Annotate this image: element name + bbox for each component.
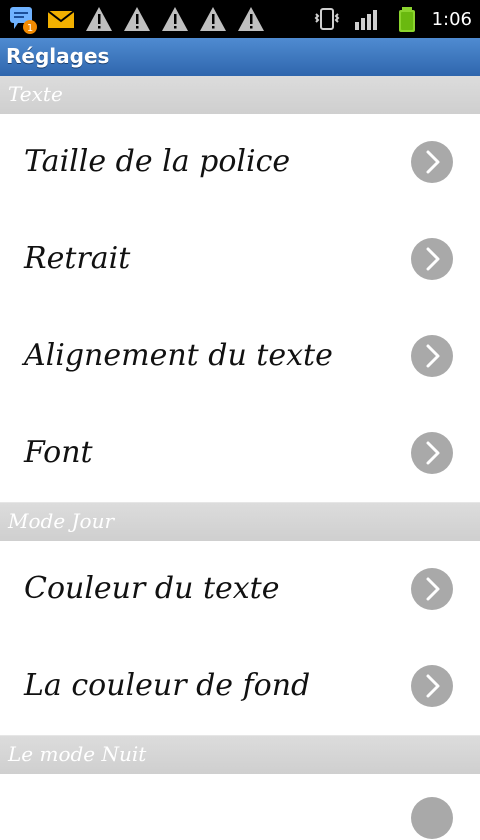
chevron-right-icon: [411, 335, 453, 377]
setting-row-font[interactable]: Font: [0, 405, 480, 503]
setting-label: Couleur du texte: [24, 571, 280, 606]
setting-label: Alignement du texte: [24, 338, 333, 373]
setting-row-couleur-du-texte[interactable]: Couleur du texte: [0, 541, 480, 639]
vibrate-icon: [314, 8, 339, 30]
notification-badge-count: 1: [27, 23, 33, 34]
setting-row-alignement-du-texte[interactable]: Alignement du texte: [0, 308, 480, 406]
setting-label: La couleur de fond: [24, 668, 311, 703]
setting-row-taille-de-la-police[interactable]: Taille de la police: [0, 114, 480, 212]
chevron-right-icon: [411, 797, 453, 839]
section-title: Mode Jour: [8, 509, 115, 533]
status-left-icons: 1: [8, 4, 266, 34]
section-header-texte: Texte: [0, 76, 480, 114]
chat-notification-icon: 1: [10, 7, 37, 34]
email-icon: [47, 10, 75, 28]
status-time: 1:06: [431, 8, 472, 30]
warning-icon: [124, 7, 150, 31]
section-header-mode-jour: Mode Jour: [0, 503, 480, 541]
setting-row-retrait[interactable]: Retrait: [0, 211, 480, 309]
setting-label: Taille de la police: [24, 144, 291, 179]
page-title: Réglages: [6, 44, 110, 68]
battery-icon: [398, 7, 415, 32]
setting-label: Font: [24, 435, 93, 470]
warning-icon: [86, 7, 112, 31]
status-bar: 1 1:06: [0, 0, 480, 38]
chevron-right-icon: [411, 238, 453, 280]
chevron-right-icon: [411, 568, 453, 610]
signal-icon: [354, 10, 377, 30]
section-title: Le mode Nuit: [8, 742, 147, 766]
section-title: Texte: [8, 82, 63, 106]
chevron-right-icon: [411, 141, 453, 183]
status-right-icons: 1:06: [312, 4, 472, 34]
section-header-le-mode-nuit: Le mode Nuit: [0, 736, 480, 774]
chevron-right-icon: [411, 432, 453, 474]
title-bar: Réglages: [0, 38, 480, 76]
setting-row-la-couleur-de-fond[interactable]: La couleur de fond: [0, 638, 480, 736]
warning-icon: [238, 7, 264, 31]
chevron-right-icon: [411, 665, 453, 707]
warning-icon: [200, 7, 226, 31]
setting-row-partial[interactable]: [0, 774, 480, 839]
warning-icon: [162, 7, 188, 31]
setting-label: Retrait: [24, 241, 131, 276]
